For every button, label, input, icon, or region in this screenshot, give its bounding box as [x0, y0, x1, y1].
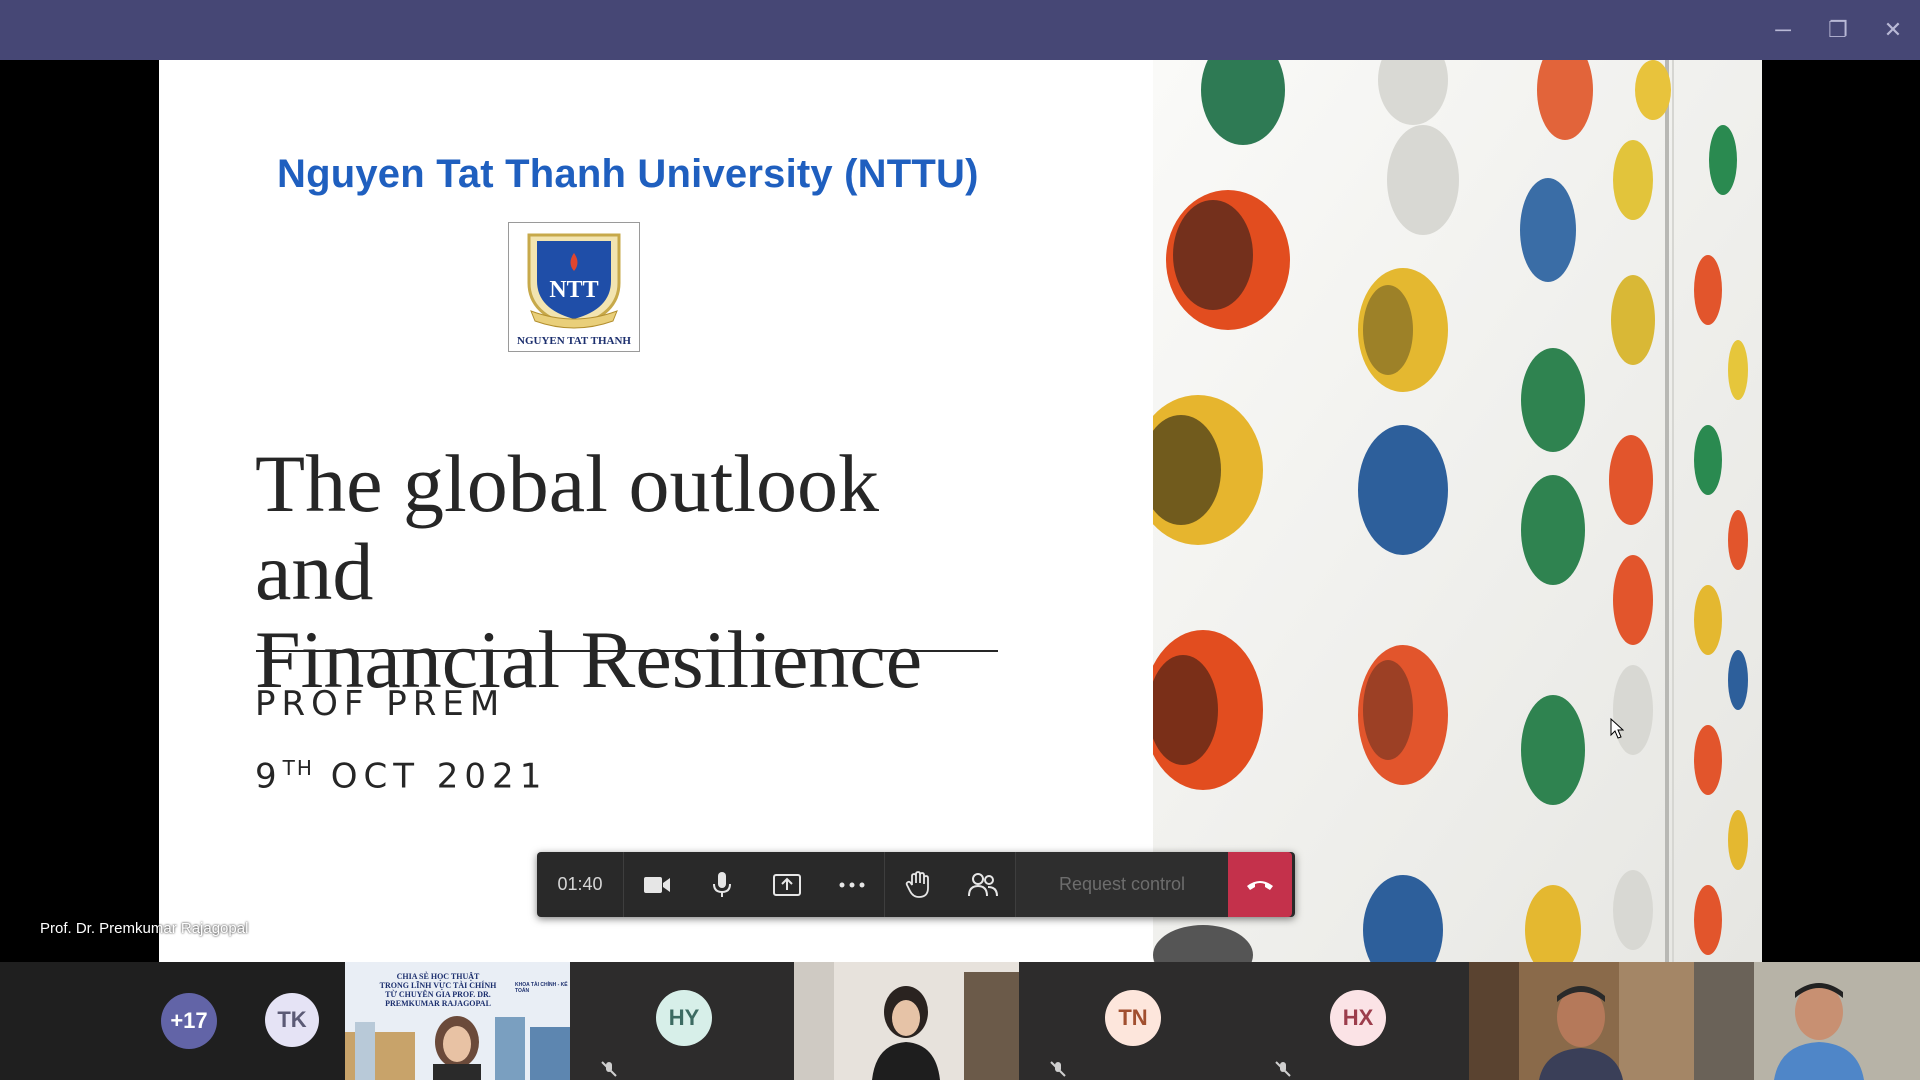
request-control-button[interactable]: Request control [1016, 852, 1228, 917]
participant-video-feed [1469, 962, 1694, 1080]
restore-button[interactable]: ❐ [1821, 14, 1855, 46]
minimize-button[interactable]: ─ [1766, 14, 1800, 46]
window-titlebar: ─ ❐ ✕ [0, 0, 1920, 60]
participant-video-man-2[interactable] [1694, 962, 1920, 1080]
banner-line-4: PREMKUMAR RAJAGOPAL [385, 999, 491, 1008]
banner-text: CHIA SẺ HỌC THUẬT TRONG LĨNH VỰC TÀI CHÍ… [363, 972, 513, 1008]
university-logo: NTT NGUYEN TAT THANH [508, 222, 640, 352]
participants-button[interactable] [950, 852, 1015, 917]
microphone-icon [712, 871, 731, 897]
slide-date-rest: OCT 2021 [313, 756, 548, 797]
banner-line-1: CHIA SẺ HỌC THUẬT [396, 972, 480, 981]
slide-title: The global outlook and Financial Resilie… [255, 440, 1015, 704]
raise-hand-button[interactable] [885, 852, 950, 917]
participant-avatar-hx: HX [1330, 990, 1386, 1046]
slide-university-name: Nguyen Tat Thanh University (NTTU) [277, 152, 979, 196]
participant-tile-hx[interactable]: HX [1244, 962, 1469, 1080]
participant-tile-tn[interactable]: TN [1019, 962, 1244, 1080]
slide-date-suffix: TH [282, 756, 314, 780]
participant-avatar-tk[interactable]: TK [265, 993, 319, 1047]
camera-icon [643, 876, 670, 893]
call-timer: 01:40 [537, 852, 624, 917]
participant-video-man-1[interactable] [1469, 962, 1694, 1080]
participant-video-feed [794, 962, 1019, 1080]
presenter-name-label: Prof. Dr. Premkumar Rajagopal [40, 920, 249, 937]
participant-avatar-tn: TN [1105, 990, 1161, 1046]
overflow-participants-button[interactable]: +17 [161, 993, 217, 1049]
banner-line-3: TỪ CHUYÊN GIA PROF. DR. [385, 990, 491, 999]
banner-side-text: KHOA TÀI CHÍNH - KẾ TOÁN [515, 982, 568, 994]
more-options-icon [839, 882, 864, 887]
camera-button[interactable] [624, 852, 689, 917]
muted-mic-icon [601, 1061, 617, 1077]
more-options-button[interactable] [819, 852, 884, 917]
slide-date: 9TH OCT 2021 [255, 756, 547, 796]
hang-up-icon [1247, 880, 1273, 890]
participant-video-feed [1694, 962, 1920, 1080]
participant-video-banner[interactable]: CHIA SẺ HỌC THUẬT TRONG LĨNH VỰC TÀI CHÍ… [345, 962, 570, 1080]
hang-up-button[interactable] [1228, 852, 1292, 917]
close-button[interactable]: ✕ [1876, 14, 1910, 46]
share-screen-button[interactable] [754, 852, 819, 917]
presentation-slide: Nguyen Tat Thanh University (NTTU) NTT N… [159, 60, 1153, 962]
slide-presenter: PROF PREM [255, 684, 506, 724]
muted-mic-icon [1275, 1061, 1291, 1077]
colorful-holes-image [1153, 60, 1762, 962]
svg-text:NTT: NTT [549, 277, 598, 303]
microphone-button[interactable] [689, 852, 754, 917]
participant-tile-hy[interactable]: HY [570, 962, 794, 1080]
slide-decorative-photo [1153, 60, 1762, 962]
muted-mic-icon [1050, 1061, 1066, 1077]
mouse-cursor-icon [1610, 718, 1624, 739]
slide-divider [256, 650, 998, 652]
logo-caption: NGUYEN TAT THANH [517, 335, 631, 347]
participants-icon [967, 872, 998, 896]
banner-line-2: TRONG LĨNH VỰC TÀI CHÍNH [379, 981, 497, 990]
participant-avatar-hy: HY [656, 990, 712, 1046]
slide-date-day: 9 [255, 756, 283, 797]
participant-video-woman[interactable] [794, 962, 1019, 1080]
raise-hand-icon [905, 870, 929, 898]
crest-icon: NTT [527, 233, 621, 329]
meeting-control-bar: 01:40 Request control [537, 852, 1295, 917]
slide-title-line-1: The global outlook and [255, 438, 880, 617]
share-screen-icon [772, 873, 801, 896]
